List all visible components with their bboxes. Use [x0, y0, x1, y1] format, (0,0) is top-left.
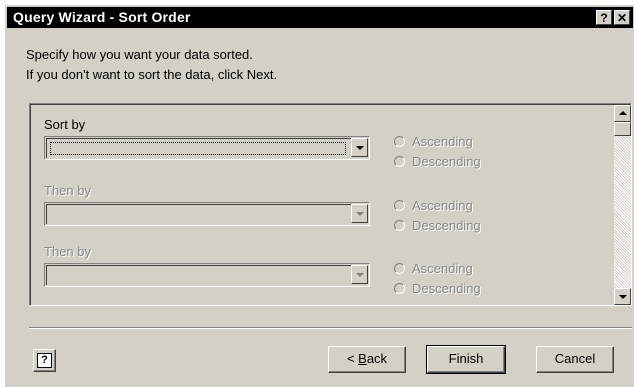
then-by-label-2: Then by	[44, 244, 91, 259]
cancel-button[interactable]: Cancel	[536, 346, 614, 373]
radio-circle-icon	[394, 200, 405, 211]
help-button[interactable]: ?	[33, 349, 56, 372]
then-by-combo-1[interactable]	[44, 202, 370, 226]
sort-by-label: Sort by	[44, 117, 86, 132]
question-icon: ?	[600, 11, 608, 25]
then-by-label-1: Then by	[44, 183, 91, 198]
window-title: Query Wizard - Sort Order	[13, 9, 191, 25]
chevron-down-icon	[356, 273, 364, 277]
radio-circle-icon	[394, 136, 405, 147]
back-button[interactable]: < Back	[328, 346, 406, 373]
scroll-down-button[interactable]	[614, 288, 631, 305]
sort-by-dropdown-button[interactable]	[351, 138, 368, 157]
vertical-scrollbar[interactable]	[614, 105, 631, 305]
scroll-thumb[interactable]	[614, 122, 631, 136]
question-icon: ?	[37, 353, 52, 368]
title-bar: Query Wizard - Sort Order ? ✕	[7, 7, 633, 28]
radio-circle-icon	[394, 156, 405, 167]
then-by-1-dropdown-button[interactable]	[351, 204, 368, 223]
sort-panel: Sort by Ascending Descending Then by Asc…	[29, 103, 632, 306]
then-by-2-dropdown-button[interactable]	[351, 265, 368, 284]
arrow-up-icon	[619, 111, 627, 115]
instruction-line-1: Specify how you want your data sorted.	[26, 47, 253, 62]
radio-circle-icon	[394, 283, 405, 294]
chevron-down-icon	[356, 212, 364, 216]
then-by-combo-2[interactable]	[44, 263, 370, 287]
finish-button[interactable]: Finish	[426, 345, 506, 374]
focus-rect	[50, 142, 346, 155]
close-button[interactable]: ✕	[614, 10, 630, 25]
instruction-line-2: If you don't want to sort the data, clic…	[26, 67, 278, 82]
radio-circle-icon	[394, 263, 405, 274]
sort-by-combo[interactable]	[44, 136, 370, 160]
separator-line	[29, 327, 632, 329]
arrow-down-icon	[619, 295, 627, 299]
query-wizard-window: Query Wizard - Sort Order ? ✕ Specify ho…	[4, 4, 634, 387]
scroll-up-button[interactable]	[614, 105, 631, 122]
chevron-down-icon	[356, 146, 364, 150]
close-icon: ✕	[616, 11, 628, 25]
context-help-button[interactable]: ?	[596, 10, 612, 25]
back-button-rest: ack	[366, 351, 388, 366]
radio-circle-icon	[394, 220, 405, 231]
